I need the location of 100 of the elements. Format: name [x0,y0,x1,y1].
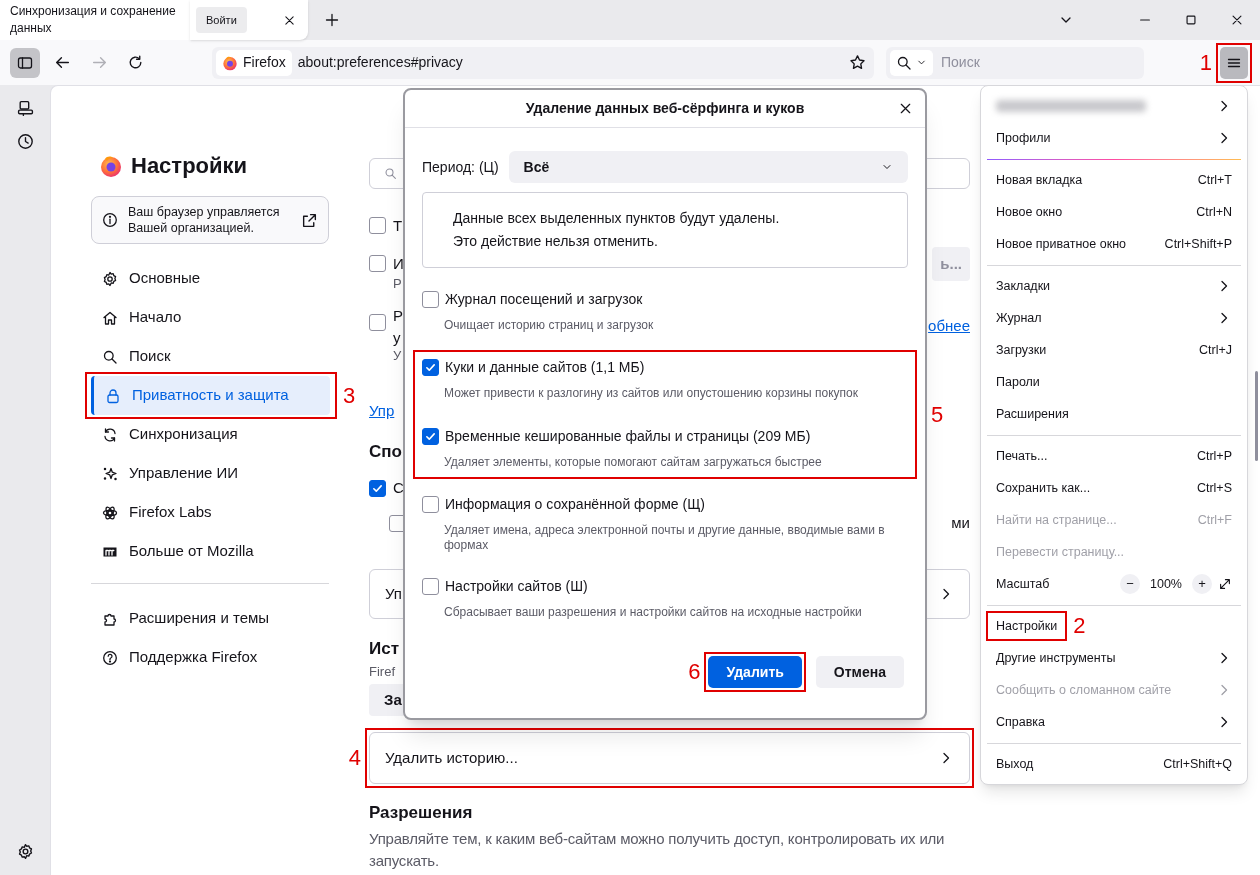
section-heading: Ист [369,638,399,660]
nav-item[interactable]: Приватность и защита [91,376,330,415]
menu-item[interactable]: Загрузки Ctrl+J [987,334,1241,366]
sign-in-button[interactable]: Войти [196,7,247,33]
dialog-title: Удаление данных веб-сёрфинга и куков [525,99,805,118]
sparkle-icon [102,465,118,482]
nav-item[interactable]: Основные [91,259,330,298]
period-label: Период: (Ц) [422,157,499,177]
search-placeholder: Поиск [941,53,980,72]
menu-item[interactable]: Новое окно Ctrl+N [987,196,1241,228]
menu-item[interactable]: Другие инструменты [987,642,1241,674]
delete-button[interactable]: Удалить [708,656,802,688]
checkbox[interactable] [422,427,439,445]
zoom-in-button[interactable]: + [1192,574,1212,594]
identity-label: Firefox [243,53,286,72]
settings-icon[interactable] [16,843,34,860]
sidebar-button[interactable] [10,47,40,78]
star-icon[interactable] [849,54,866,71]
zoom-value: 100% [1150,575,1182,593]
nav-item[interactable]: Расширения и темы [91,599,330,638]
nav-item[interactable]: Управление ИИ [91,454,330,493]
search-engine-button[interactable] [890,49,933,76]
maximize-icon[interactable] [1184,13,1198,27]
browser-logo-icon [222,54,238,71]
shortcut-text: Ctrl+T [1197,171,1232,189]
checkbox[interactable] [422,290,439,308]
external-link-icon[interactable] [301,211,318,229]
zoom-out-button[interactable]: − [1120,574,1140,594]
page-heading: Настройки [131,152,248,180]
menu-item[interactable]: Печать... Ctrl+P [987,440,1241,472]
checkbox[interactable] [422,358,439,376]
fullscreen-icon[interactable] [1218,577,1232,591]
scrollbar-thumb[interactable] [1255,371,1258,461]
option-label: Настройки сайтов (Ш) [445,576,588,596]
option-note: Р [392,276,403,292]
option-label: И [393,254,404,274]
close-icon[interactable] [283,13,296,27]
option-label: Куки и данные сайтов (1,1 МБ) [445,357,645,377]
option-label: У [393,347,403,364]
notice-text: Ваш браузер управляется Вашей организацией. [128,204,281,236]
menu-item[interactable]: Выход Ctrl+Shift+Q [987,748,1241,780]
menu-item[interactable]: Сохранить как... Ctrl+S [987,472,1241,504]
synced-tabs-icon[interactable] [16,100,34,117]
gear-icon [102,270,118,287]
section-note: Firef [369,664,395,680]
shortcut-text: Ctrl+P [1196,447,1232,465]
shortcut-text: Ctrl+F [1197,511,1232,529]
menu-item[interactable]: Новое приватное окно Ctrl+Shift+P [987,228,1241,260]
menu-item[interactable]: Профили [987,122,1241,154]
step-number: 4 [348,745,361,771]
checkbox[interactable] [369,217,386,234]
option-description: Удаляет элементы, которые помогают сайтам загружаться быстрее [443,455,823,470]
learn-more-link[interactable]: обнее [928,315,970,364]
menu-item[interactable]: Настройки 2 [987,610,1241,642]
checkbox[interactable] [369,479,386,497]
section-heading: Разрешения [369,802,474,824]
section-heading: Спо [369,441,402,463]
clear-history-card[interactable]: Удалить историю... [369,732,970,784]
search-icon [102,348,118,365]
checkbox[interactable] [422,577,439,595]
url-text: about:preferences#privacy [297,53,463,72]
reload-icon[interactable] [127,54,144,71]
back-icon[interactable] [54,54,71,71]
close-icon[interactable] [898,101,913,116]
manage-link[interactable]: Упр [369,401,395,421]
nav-item[interactable]: Поиск [91,337,330,376]
menu-label: Масштаб [996,575,1050,593]
identity-chip[interactable]: Firefox [216,49,292,76]
menu-item[interactable]: Новая вкладка Ctrl+T [987,164,1241,196]
browser-tab[interactable]: Войти [190,0,308,40]
checkbox[interactable] [369,255,386,272]
step-number: 6 [688,659,701,685]
menu-item[interactable]: Закладки [987,270,1241,302]
atom-icon [102,504,118,521]
nav-item[interactable]: Больше от Mozilla [91,532,330,571]
menu-item[interactable]: Журнал [987,302,1241,334]
nav-item[interactable]: Поддержка Firefox [91,638,330,677]
menu-item[interactable]: Расширения [987,398,1241,430]
checkbox[interactable] [422,495,439,513]
period-select[interactable]: Всё [508,151,908,183]
tab-title: Синхронизация и сохранение данных [0,0,190,40]
option-description: Очищает историю страниц и загрузок [443,318,655,333]
browser-logo-icon [99,154,123,178]
cancel-button[interactable]: Отмена [815,656,904,688]
address-bar[interactable]: Firefox about:preferences#privacy [212,46,874,79]
menu-item[interactable]: Справка [987,706,1241,738]
shortcut-text: Ctrl+N [1196,203,1232,221]
nav-item[interactable]: Синхронизация [91,415,330,454]
nav-item[interactable]: Начало [91,298,330,337]
sync-icon [102,426,118,443]
nav-item[interactable]: Firefox Labs [91,493,330,532]
plus-icon[interactable] [324,12,340,28]
menu-item[interactable]: Пароли [987,366,1241,398]
info-icon [102,212,118,228]
warning-text: Это действие нельзя отменить. [453,232,659,251]
close-icon[interactable] [1230,13,1244,27]
checkbox[interactable] [369,314,386,331]
option-label: Т [393,216,403,236]
history-icon[interactable] [16,133,34,150]
option-description: Удаляет имена, адреса электронной почты и другие данные, вводимые вами в формах [443,523,886,553]
